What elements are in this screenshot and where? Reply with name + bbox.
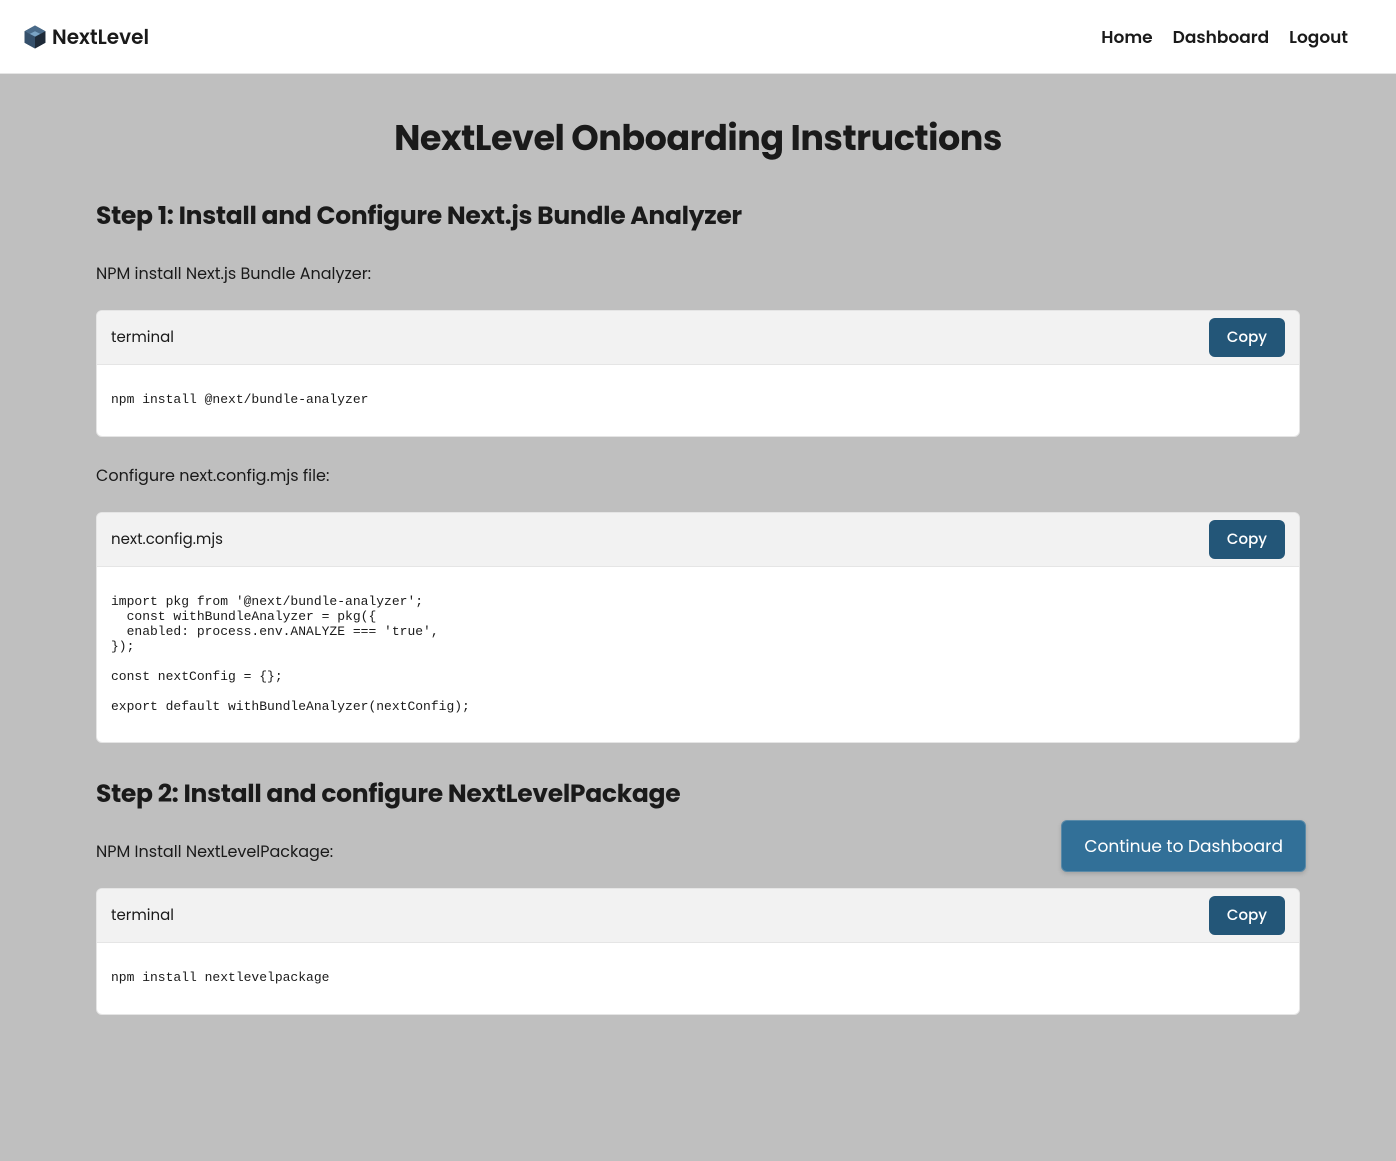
copy-button[interactable]: Copy — [1209, 520, 1285, 559]
code-header: terminal Copy — [97, 889, 1299, 943]
step-1-block-1-desc: Configure next.config.mjs file: — [96, 463, 1300, 488]
header: NextLevel Home Dashboard Logout — [0, 0, 1396, 74]
code-header: next.config.mjs Copy — [97, 513, 1299, 567]
copy-button[interactable]: Copy — [1209, 318, 1285, 357]
code-block-terminal-1: terminal Copy npm install @next/bundle-a… — [96, 310, 1300, 437]
code-header: terminal Copy — [97, 311, 1299, 365]
page-title: NextLevel Onboarding Instructions — [96, 112, 1300, 165]
code-filename: next.config.mjs — [111, 528, 223, 551]
continue-to-dashboard-button[interactable]: Continue to Dashboard — [1061, 820, 1306, 872]
copy-button[interactable]: Copy — [1209, 896, 1285, 935]
code-content: npm install @next/bundle-analyzer — [97, 365, 1299, 436]
code-content: import pkg from '@next/bundle-analyzer';… — [97, 567, 1299, 743]
nav-home[interactable]: Home — [1101, 24, 1152, 50]
code-block-config: next.config.mjs Copy import pkg from '@n… — [96, 512, 1300, 744]
code-block-terminal-2: terminal Copy npm install nextlevelpacka… — [96, 888, 1300, 1015]
code-filename: terminal — [111, 326, 174, 349]
logo[interactable]: NextLevel — [22, 22, 149, 52]
code-content: npm install nextlevelpackage — [97, 943, 1299, 1014]
nav: Home Dashboard Logout — [1101, 24, 1348, 50]
step-2-title: Step 2: Install and configure NextLevelP… — [96, 775, 1300, 813]
nav-logout[interactable]: Logout — [1289, 24, 1348, 50]
nav-dashboard[interactable]: Dashboard — [1173, 24, 1270, 50]
code-filename: terminal — [111, 904, 174, 927]
logo-icon — [22, 24, 48, 50]
step-1-title: Step 1: Install and Configure Next.js Bu… — [96, 197, 1300, 235]
step-1-block-0-desc: NPM install Next.js Bundle Analyzer: — [96, 261, 1300, 286]
main-content: NextLevel Onboarding Instructions Step 1… — [96, 74, 1300, 1161]
brand-name: NextLevel — [52, 22, 149, 52]
